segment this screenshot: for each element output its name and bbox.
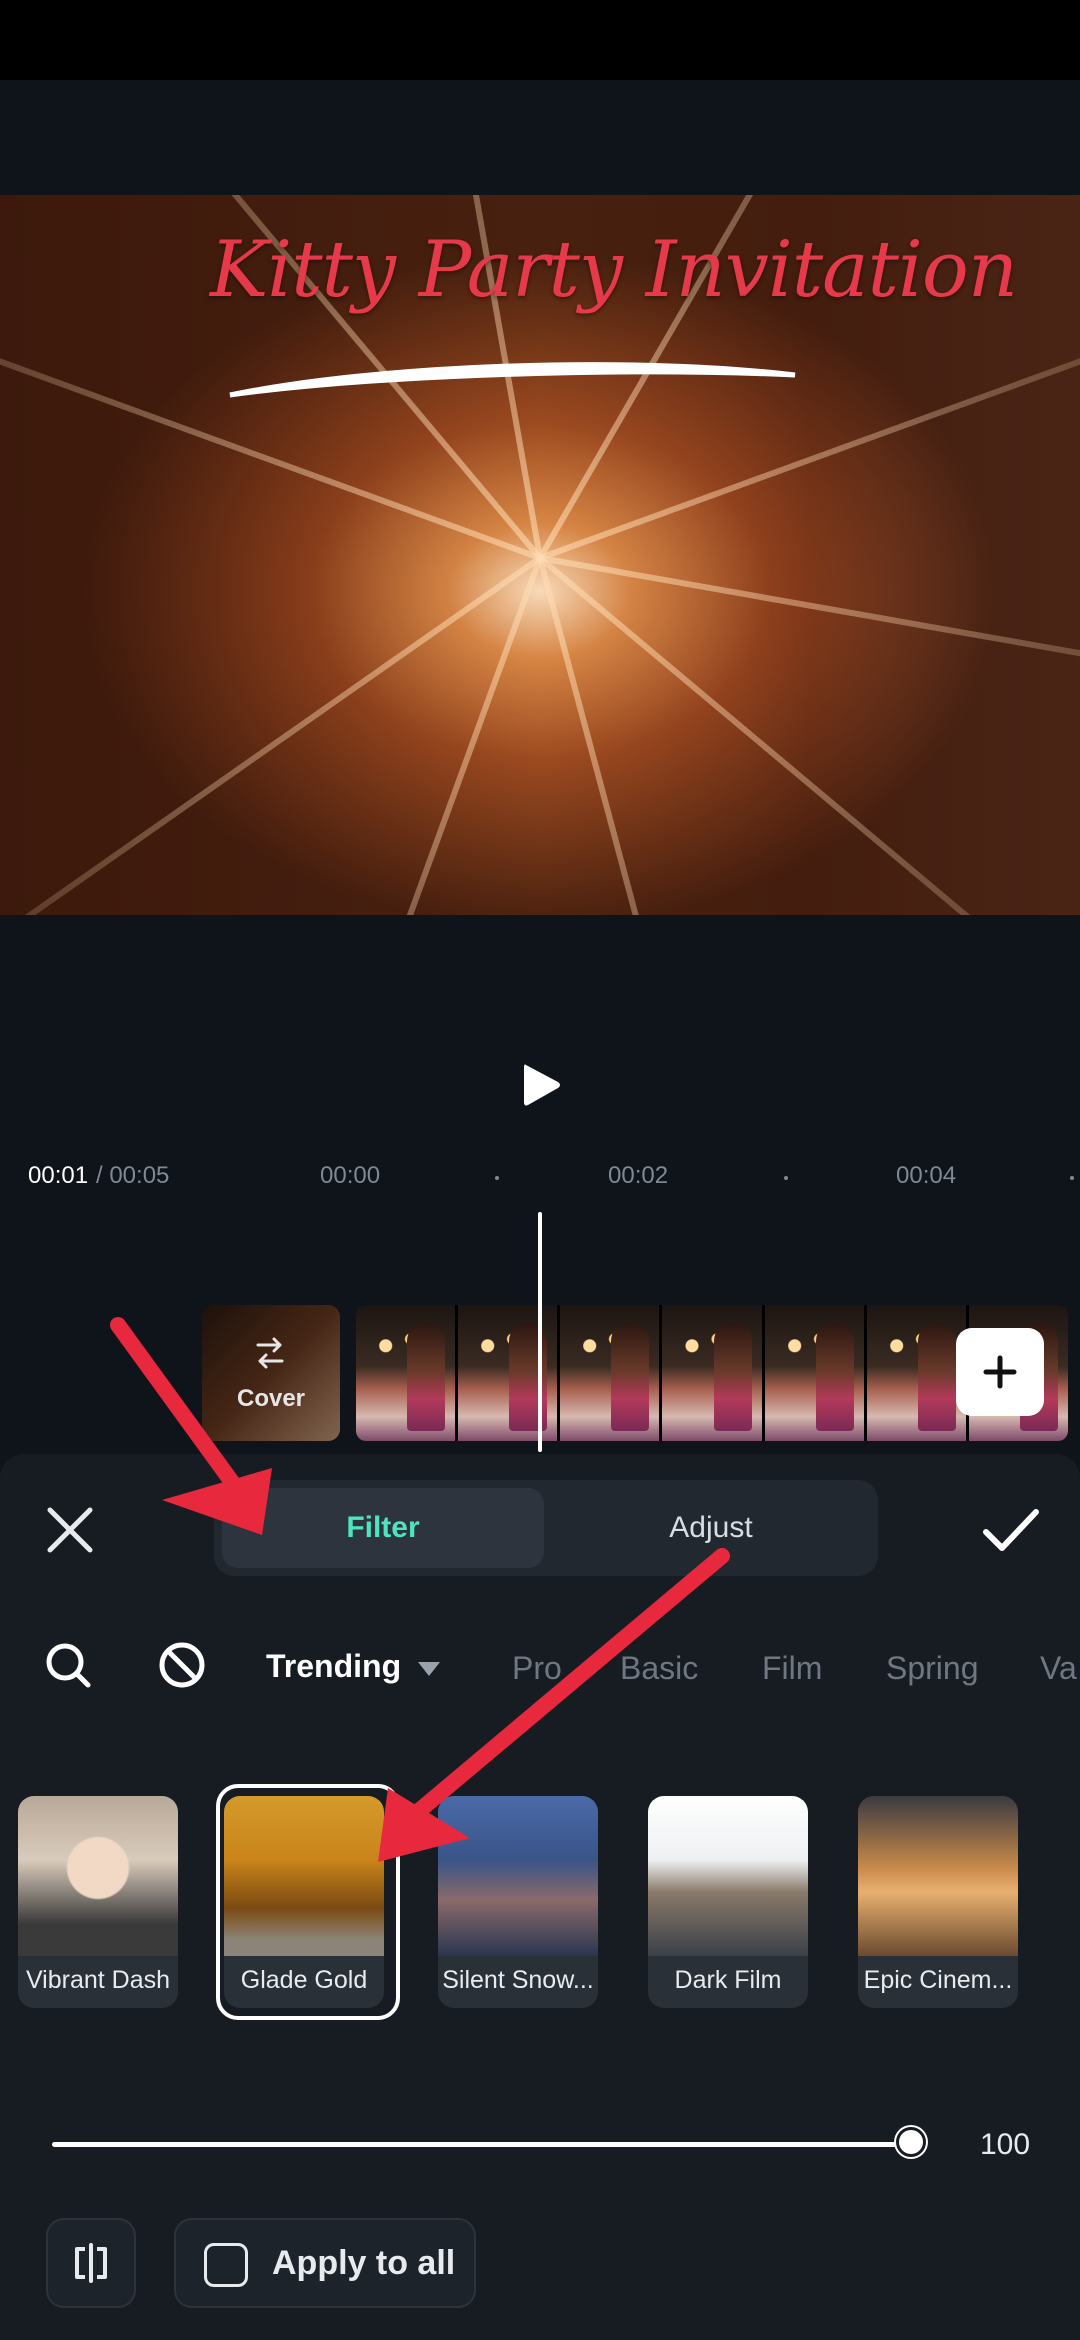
status-bar bbox=[0, 0, 1080, 80]
clip-frame bbox=[662, 1305, 762, 1441]
category-basic[interactable]: Basic bbox=[620, 1650, 698, 1687]
apply-to-all-checkbox[interactable] bbox=[204, 2243, 248, 2287]
filter-card-epic-cinematic[interactable]: Epic Cinem... bbox=[858, 1796, 1018, 2008]
plus-icon bbox=[983, 1355, 1017, 1389]
swap-icon bbox=[256, 1337, 284, 1369]
video-preview[interactable]: Kitty Party Invitation bbox=[0, 195, 1080, 915]
intensity-slider[interactable] bbox=[52, 2142, 914, 2147]
compare-button[interactable] bbox=[46, 2218, 136, 2308]
category-more[interactable]: Va bbox=[1040, 1650, 1077, 1687]
tick-dot bbox=[1070, 1176, 1074, 1180]
tick-dot bbox=[495, 1176, 499, 1180]
filter-card-silent-snow[interactable]: Silent Snow... bbox=[438, 1796, 598, 2008]
category-trending[interactable]: Trending bbox=[266, 1648, 401, 1685]
filter-label: Silent Snow... bbox=[442, 1966, 594, 1994]
cover-label: Cover bbox=[236, 1385, 306, 1412]
clip-frame bbox=[458, 1305, 558, 1441]
cover-button[interactable]: Cover bbox=[202, 1305, 340, 1441]
clip-frame bbox=[356, 1305, 456, 1441]
filter-selected-indicator bbox=[216, 1784, 400, 2020]
close-icon[interactable] bbox=[42, 1502, 98, 1558]
tab-filter[interactable]: Filter bbox=[222, 1488, 544, 1568]
category-spring[interactable]: Spring bbox=[886, 1650, 979, 1687]
tick-dot bbox=[784, 1176, 788, 1180]
category-pro[interactable]: Pro bbox=[512, 1650, 562, 1687]
tick-label: 00:04 bbox=[896, 1162, 957, 1189]
video-title-overlay: Kitty Party Invitation bbox=[210, 225, 1018, 315]
play-icon[interactable] bbox=[516, 1060, 566, 1110]
search-icon[interactable] bbox=[44, 1641, 92, 1689]
filter-card-dark-film[interactable]: Dark Film bbox=[648, 1796, 808, 2008]
playhead[interactable] bbox=[538, 1212, 542, 1452]
swoosh-graphic bbox=[229, 362, 796, 398]
apply-to-all-label: Apply to all bbox=[272, 2244, 456, 2282]
category-film[interactable]: Film bbox=[762, 1650, 822, 1687]
clip-frame bbox=[866, 1305, 966, 1441]
current-time: 00:01 bbox=[28, 1162, 89, 1189]
tab-adjust[interactable]: Adjust bbox=[550, 1488, 872, 1568]
add-clip-button[interactable] bbox=[956, 1328, 1044, 1416]
filter-card-vibrant-dash[interactable]: Vibrant Dash bbox=[18, 1796, 178, 2008]
no-filter-icon[interactable] bbox=[158, 1641, 206, 1689]
filter-label: Vibrant Dash bbox=[25, 1966, 171, 1994]
intensity-slider-thumb[interactable] bbox=[896, 2127, 926, 2157]
compare-icon bbox=[75, 2243, 107, 2283]
chevron-down-icon[interactable] bbox=[416, 1660, 442, 1678]
intensity-value: 100 bbox=[980, 2128, 1031, 2161]
checkmark-icon[interactable] bbox=[980, 1502, 1042, 1558]
total-time: / 00:05 bbox=[96, 1162, 170, 1189]
tick-label: 00:02 bbox=[608, 1162, 669, 1189]
clip-frame bbox=[560, 1305, 660, 1441]
filter-label: Dark Film bbox=[674, 1966, 782, 1994]
tick-label: 00:00 bbox=[320, 1162, 381, 1189]
clip-frame bbox=[764, 1305, 864, 1441]
apply-to-all-toggle[interactable]: Apply to all bbox=[174, 2218, 476, 2308]
filter-label: Epic Cinem... bbox=[863, 1966, 1013, 1994]
